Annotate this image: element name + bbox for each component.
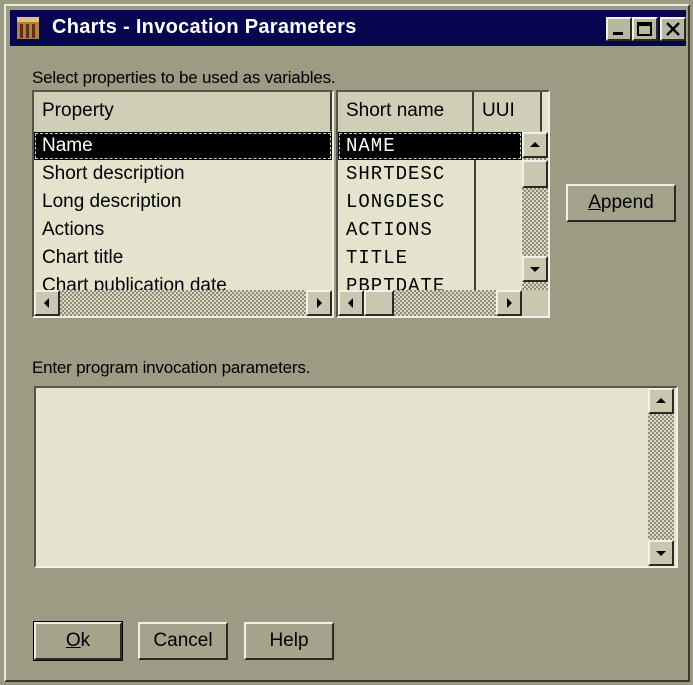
property-hscroll[interactable] bbox=[34, 290, 332, 316]
maximize-icon bbox=[637, 22, 652, 36]
arrow-up-icon bbox=[530, 142, 540, 147]
ok-button[interactable]: Ok bbox=[33, 621, 123, 661]
arrow-up-icon bbox=[656, 398, 666, 403]
app-icon bbox=[17, 17, 39, 39]
property-listbox[interactable]: Property Name Short description Long descr… bbox=[32, 90, 334, 318]
property-list-item[interactable]: Chart title bbox=[34, 244, 332, 272]
help-button[interactable]: Help bbox=[244, 622, 334, 660]
window-title: Charts - Invocation Parameters bbox=[52, 16, 357, 38]
property-list-item[interactable]: Actions bbox=[34, 216, 332, 244]
arrow-down-icon bbox=[656, 551, 666, 556]
params-label: Enter program invocation parameters. bbox=[32, 358, 311, 377]
scroll-up-button[interactable] bbox=[522, 132, 548, 158]
property-scroll-left-button[interactable] bbox=[34, 290, 60, 316]
params-textarea[interactable] bbox=[34, 386, 678, 568]
minimize-icon bbox=[613, 32, 623, 35]
shortname-list-item[interactable]: SHRTDESC bbox=[338, 160, 522, 188]
close-button[interactable] bbox=[660, 17, 686, 41]
property-rows: Name Short description Long description Act… bbox=[34, 132, 332, 300]
arrow-down-icon bbox=[530, 267, 540, 272]
arrow-right-icon bbox=[507, 298, 512, 308]
shortname-listbox[interactable]: Short name UUI NAME SHRTDESC LONGDESC ACTIO… bbox=[336, 90, 550, 318]
shortname-list-item[interactable]: NAME bbox=[338, 132, 522, 160]
shortname-hscroll[interactable] bbox=[338, 290, 522, 316]
shortname-vscroll[interactable] bbox=[522, 132, 548, 290]
maximize-button[interactable] bbox=[632, 17, 658, 41]
scroll-down-button[interactable] bbox=[522, 256, 548, 282]
params-scroll-up-button[interactable] bbox=[648, 388, 674, 414]
uui-column-header[interactable]: UUI bbox=[474, 92, 542, 132]
shortname-list-item[interactable]: TITLE bbox=[338, 244, 522, 272]
shortname-rows: NAME SHRTDESC LONGDESC ACTIONS TITLE PBPTDATE bbox=[338, 132, 522, 300]
params-vscroll[interactable] bbox=[648, 388, 674, 566]
cancel-button[interactable]: Cancel bbox=[138, 622, 228, 660]
property-list-item[interactable]: Short description bbox=[34, 160, 332, 188]
close-icon bbox=[666, 22, 680, 36]
params-scroll-down-button[interactable] bbox=[648, 540, 674, 566]
scroll-corner bbox=[522, 290, 548, 316]
properties-label: Select properties to be used as variable… bbox=[32, 68, 336, 87]
property-list-item[interactable]: Long description bbox=[34, 188, 332, 216]
vscroll-thumb[interactable] bbox=[522, 160, 548, 188]
minimize-button[interactable] bbox=[606, 17, 632, 41]
append-button[interactable]: Append bbox=[566, 184, 676, 222]
title-bar[interactable]: Charts - Invocation Parameters bbox=[10, 10, 686, 46]
dialog-window: Charts - Invocation Parameters Select pr… bbox=[4, 4, 690, 682]
shortname-scroll-left-button[interactable] bbox=[338, 290, 364, 316]
property-list-item[interactable]: Name bbox=[34, 132, 332, 160]
shortname-list-item[interactable]: LONGDESC bbox=[338, 188, 522, 216]
shortname-scroll-right-button[interactable] bbox=[496, 290, 522, 316]
hscroll-thumb[interactable] bbox=[364, 290, 394, 316]
arrow-left-icon bbox=[348, 298, 353, 308]
arrow-right-icon bbox=[317, 298, 322, 308]
arrow-left-icon bbox=[44, 298, 49, 308]
property-column-header[interactable]: Property bbox=[34, 92, 332, 132]
property-scroll-right-button[interactable] bbox=[306, 290, 332, 316]
shortname-list-item[interactable]: ACTIONS bbox=[338, 216, 522, 244]
shortname-column-header[interactable]: Short name bbox=[338, 92, 474, 132]
